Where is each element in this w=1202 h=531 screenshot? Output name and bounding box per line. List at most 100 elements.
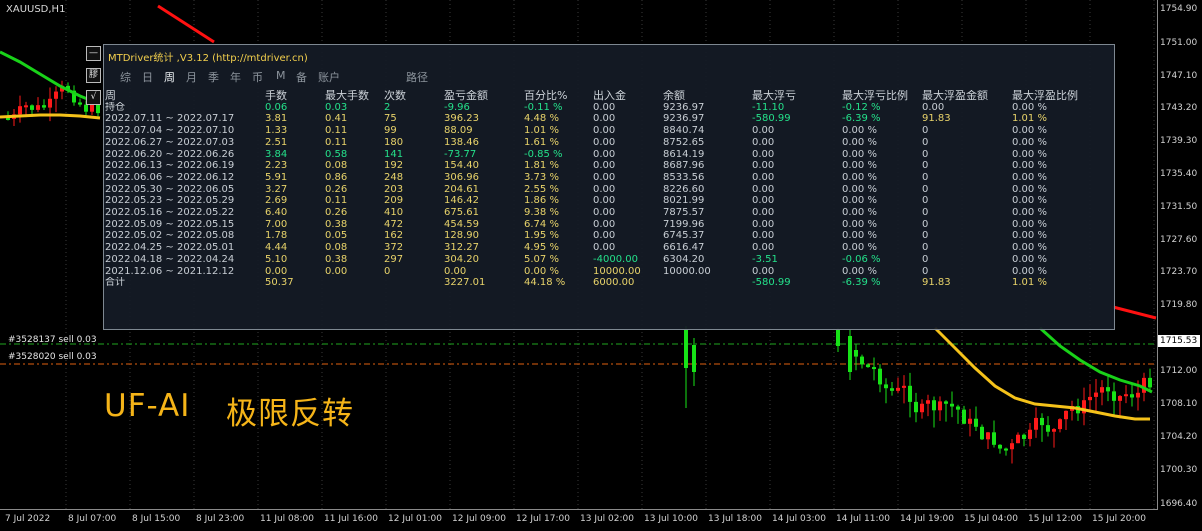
column-header[interactable]: 最大浮盈金额 xyxy=(922,90,1012,102)
candle-body xyxy=(1034,417,1038,430)
table-cell: 128.90 xyxy=(444,230,479,242)
table-cell: 6616.47 xyxy=(663,242,705,254)
table-cell: 2022.04.18 ~ 2022.04.24 xyxy=(105,253,235,265)
table-cell: -73.77 xyxy=(444,148,477,160)
check-button[interactable]: √ xyxy=(86,90,101,105)
table-row[interactable]: 2022.06.06 ~ 2022.06.12 5.91 0.86 248 306.96… xyxy=(105,172,1113,184)
table-cell: 2022.06.27 ~ 2022.07.03 xyxy=(105,136,235,148)
table-cell: 0.00 xyxy=(593,230,616,242)
table-row[interactable]: 2022.07.11 ~ 2022.07.17 3.81 0.41 75 396.23 4… xyxy=(105,113,1113,125)
column-header[interactable]: 出入金 xyxy=(593,90,663,102)
table-cell: 0.00 % xyxy=(1012,183,1047,195)
panel-toggle-button[interactable]: 膠 xyxy=(86,68,101,83)
column-header[interactable]: 最大浮盈比例 xyxy=(1012,90,1113,102)
candle-body xyxy=(980,426,984,440)
table-cell: 4.48 % xyxy=(524,113,559,125)
table-cell: 0.00 xyxy=(325,265,348,277)
table-row[interactable]: 2022.05.23 ~ 2022.05.29 2.69 0.11 209 146.42… xyxy=(105,195,1113,207)
table-cell: 0.00 xyxy=(752,148,775,160)
table-cell: 0.00 % xyxy=(842,195,877,207)
table-row[interactable]: 2022.05.09 ~ 2022.05.15 7.00 0.38 472 454.59… xyxy=(105,219,1113,231)
column-header[interactable]: 百分比% xyxy=(524,90,593,102)
tab-note[interactable]: 备 xyxy=(296,69,307,85)
tab-summary[interactable]: 综 xyxy=(120,69,131,85)
table-row[interactable]: 2022.07.04 ~ 2022.07.10 1.33 0.11 99 88.09 1.… xyxy=(105,125,1113,137)
table-cell: 8533.56 xyxy=(663,171,705,183)
column-header[interactable]: 余额 xyxy=(663,90,752,102)
time-label: 8 Jul 07:00 xyxy=(68,514,117,524)
tab-day[interactable]: 日 xyxy=(142,69,153,85)
column-header[interactable]: 最大手数 xyxy=(325,90,384,102)
candle-body xyxy=(920,403,924,413)
table-cell: 0.00 % xyxy=(1012,136,1047,148)
table-row[interactable]: 2022.04.25 ~ 2022.05.01 4.44 0.08 372 312.27… xyxy=(105,242,1113,254)
candle-body xyxy=(48,98,52,108)
tab-account[interactable]: 账户 xyxy=(318,69,340,85)
table-row[interactable]: 2022.06.20 ~ 2022.06.26 3.84 0.58 141 -73.77… xyxy=(105,149,1113,161)
table-cell: 9236.97 xyxy=(663,113,705,125)
table-cell: 0 xyxy=(922,148,929,160)
column-header[interactable]: 盈亏金额 xyxy=(444,90,524,102)
table-row[interactable]: 2021.12.06 ~ 2021.12.12 0.00 0.00 0 0.00 0.00… xyxy=(105,266,1113,278)
time-label: 12 Jul 01:00 xyxy=(388,514,442,524)
table-cell: 0.00 % xyxy=(842,218,877,230)
table-cell: 2 xyxy=(384,101,391,113)
tab-year[interactable]: 年 xyxy=(230,69,241,85)
table-cell: 204.61 xyxy=(444,183,479,195)
table-cell: 1.01 % xyxy=(1012,113,1047,125)
order-label-sell-137[interactable]: #3528137 sell 0.03 xyxy=(8,335,97,345)
table-row[interactable]: 2022.06.13 ~ 2022.06.19 2.23 0.08 192 154.40… xyxy=(105,160,1113,172)
column-header[interactable]: 周 xyxy=(105,90,265,102)
tab-magic[interactable]: M xyxy=(276,69,286,82)
table-cell: 203 xyxy=(384,183,404,195)
time-label: 15 Jul 04:00 xyxy=(964,514,1018,524)
order-label-sell-020[interactable]: #3528020 sell 0.03 xyxy=(8,352,97,362)
minimize-button[interactable]: — xyxy=(86,46,101,61)
candle-body xyxy=(998,444,1002,449)
table-cell: 0.00 xyxy=(593,218,616,230)
table-row[interactable]: 2022.05.16 ~ 2022.05.22 6.40 0.26 410 675.61… xyxy=(105,207,1113,219)
table-cell: 472 xyxy=(384,218,404,230)
candle-body xyxy=(692,345,696,372)
candle-body xyxy=(78,102,82,105)
candle-body xyxy=(932,400,936,411)
table-row[interactable]: 2022.06.27 ~ 2022.07.03 2.51 0.11 180 138.46… xyxy=(105,137,1113,149)
candle-body xyxy=(1016,434,1020,444)
tab-quarter[interactable]: 季 xyxy=(208,69,219,85)
table-cell: 396.23 xyxy=(444,113,479,125)
table-cell: 2022.05.02 ~ 2022.05.08 xyxy=(105,230,235,242)
table-cell: 209 xyxy=(384,195,404,207)
table-row[interactable]: 2022.05.30 ~ 2022.06.05 3.27 0.26 203 204.61… xyxy=(105,184,1113,196)
table-cell: 0.00 % xyxy=(1012,171,1047,183)
red-trend-line-top xyxy=(157,4,215,44)
table-cell: 2022.06.20 ~ 2022.06.26 xyxy=(105,148,235,160)
table-cell: -3.51 xyxy=(752,253,778,265)
tab-path[interactable]: 路径 xyxy=(406,69,428,85)
table-cell: 0.00 xyxy=(752,160,775,172)
column-header[interactable]: 次数 xyxy=(384,90,444,102)
table-cell: -0.06 % xyxy=(842,253,881,265)
table-cell: 0.86 xyxy=(325,171,348,183)
column-header[interactable]: 最大浮亏比例 xyxy=(842,90,922,102)
table-cell: 9236.97 xyxy=(663,101,705,113)
column-header[interactable]: 最大浮亏 xyxy=(752,90,842,102)
table-row[interactable]: 2022.05.02 ~ 2022.05.08 1.78 0.05 162 128.90… xyxy=(105,230,1113,242)
candle-body xyxy=(1010,443,1014,450)
time-label: 14 Jul 19:00 xyxy=(900,514,954,524)
table-cell: 1.61 % xyxy=(524,136,559,148)
table-cell: 0 xyxy=(922,242,929,254)
table-cell: 0.00 xyxy=(922,101,945,113)
tab-week[interactable]: 周 xyxy=(164,69,175,85)
tab-currency[interactable]: 币 xyxy=(252,69,263,85)
table-cell: 9.38 % xyxy=(524,207,559,219)
tab-month[interactable]: 月 xyxy=(186,69,197,85)
table-cell: 2.69 xyxy=(265,195,288,207)
column-header[interactable]: 手数 xyxy=(265,90,325,102)
table-cell: 0 xyxy=(922,136,929,148)
table-cell: 2022.07.11 ~ 2022.07.17 xyxy=(105,113,235,125)
candle-body xyxy=(1028,429,1032,439)
candle-body xyxy=(1136,392,1140,398)
table-cell: 372 xyxy=(384,242,404,254)
table-row[interactable]: 2022.04.18 ~ 2022.04.24 5.10 0.38 297 304.20… xyxy=(105,254,1113,266)
table-cell: 1.01 % xyxy=(524,125,559,137)
